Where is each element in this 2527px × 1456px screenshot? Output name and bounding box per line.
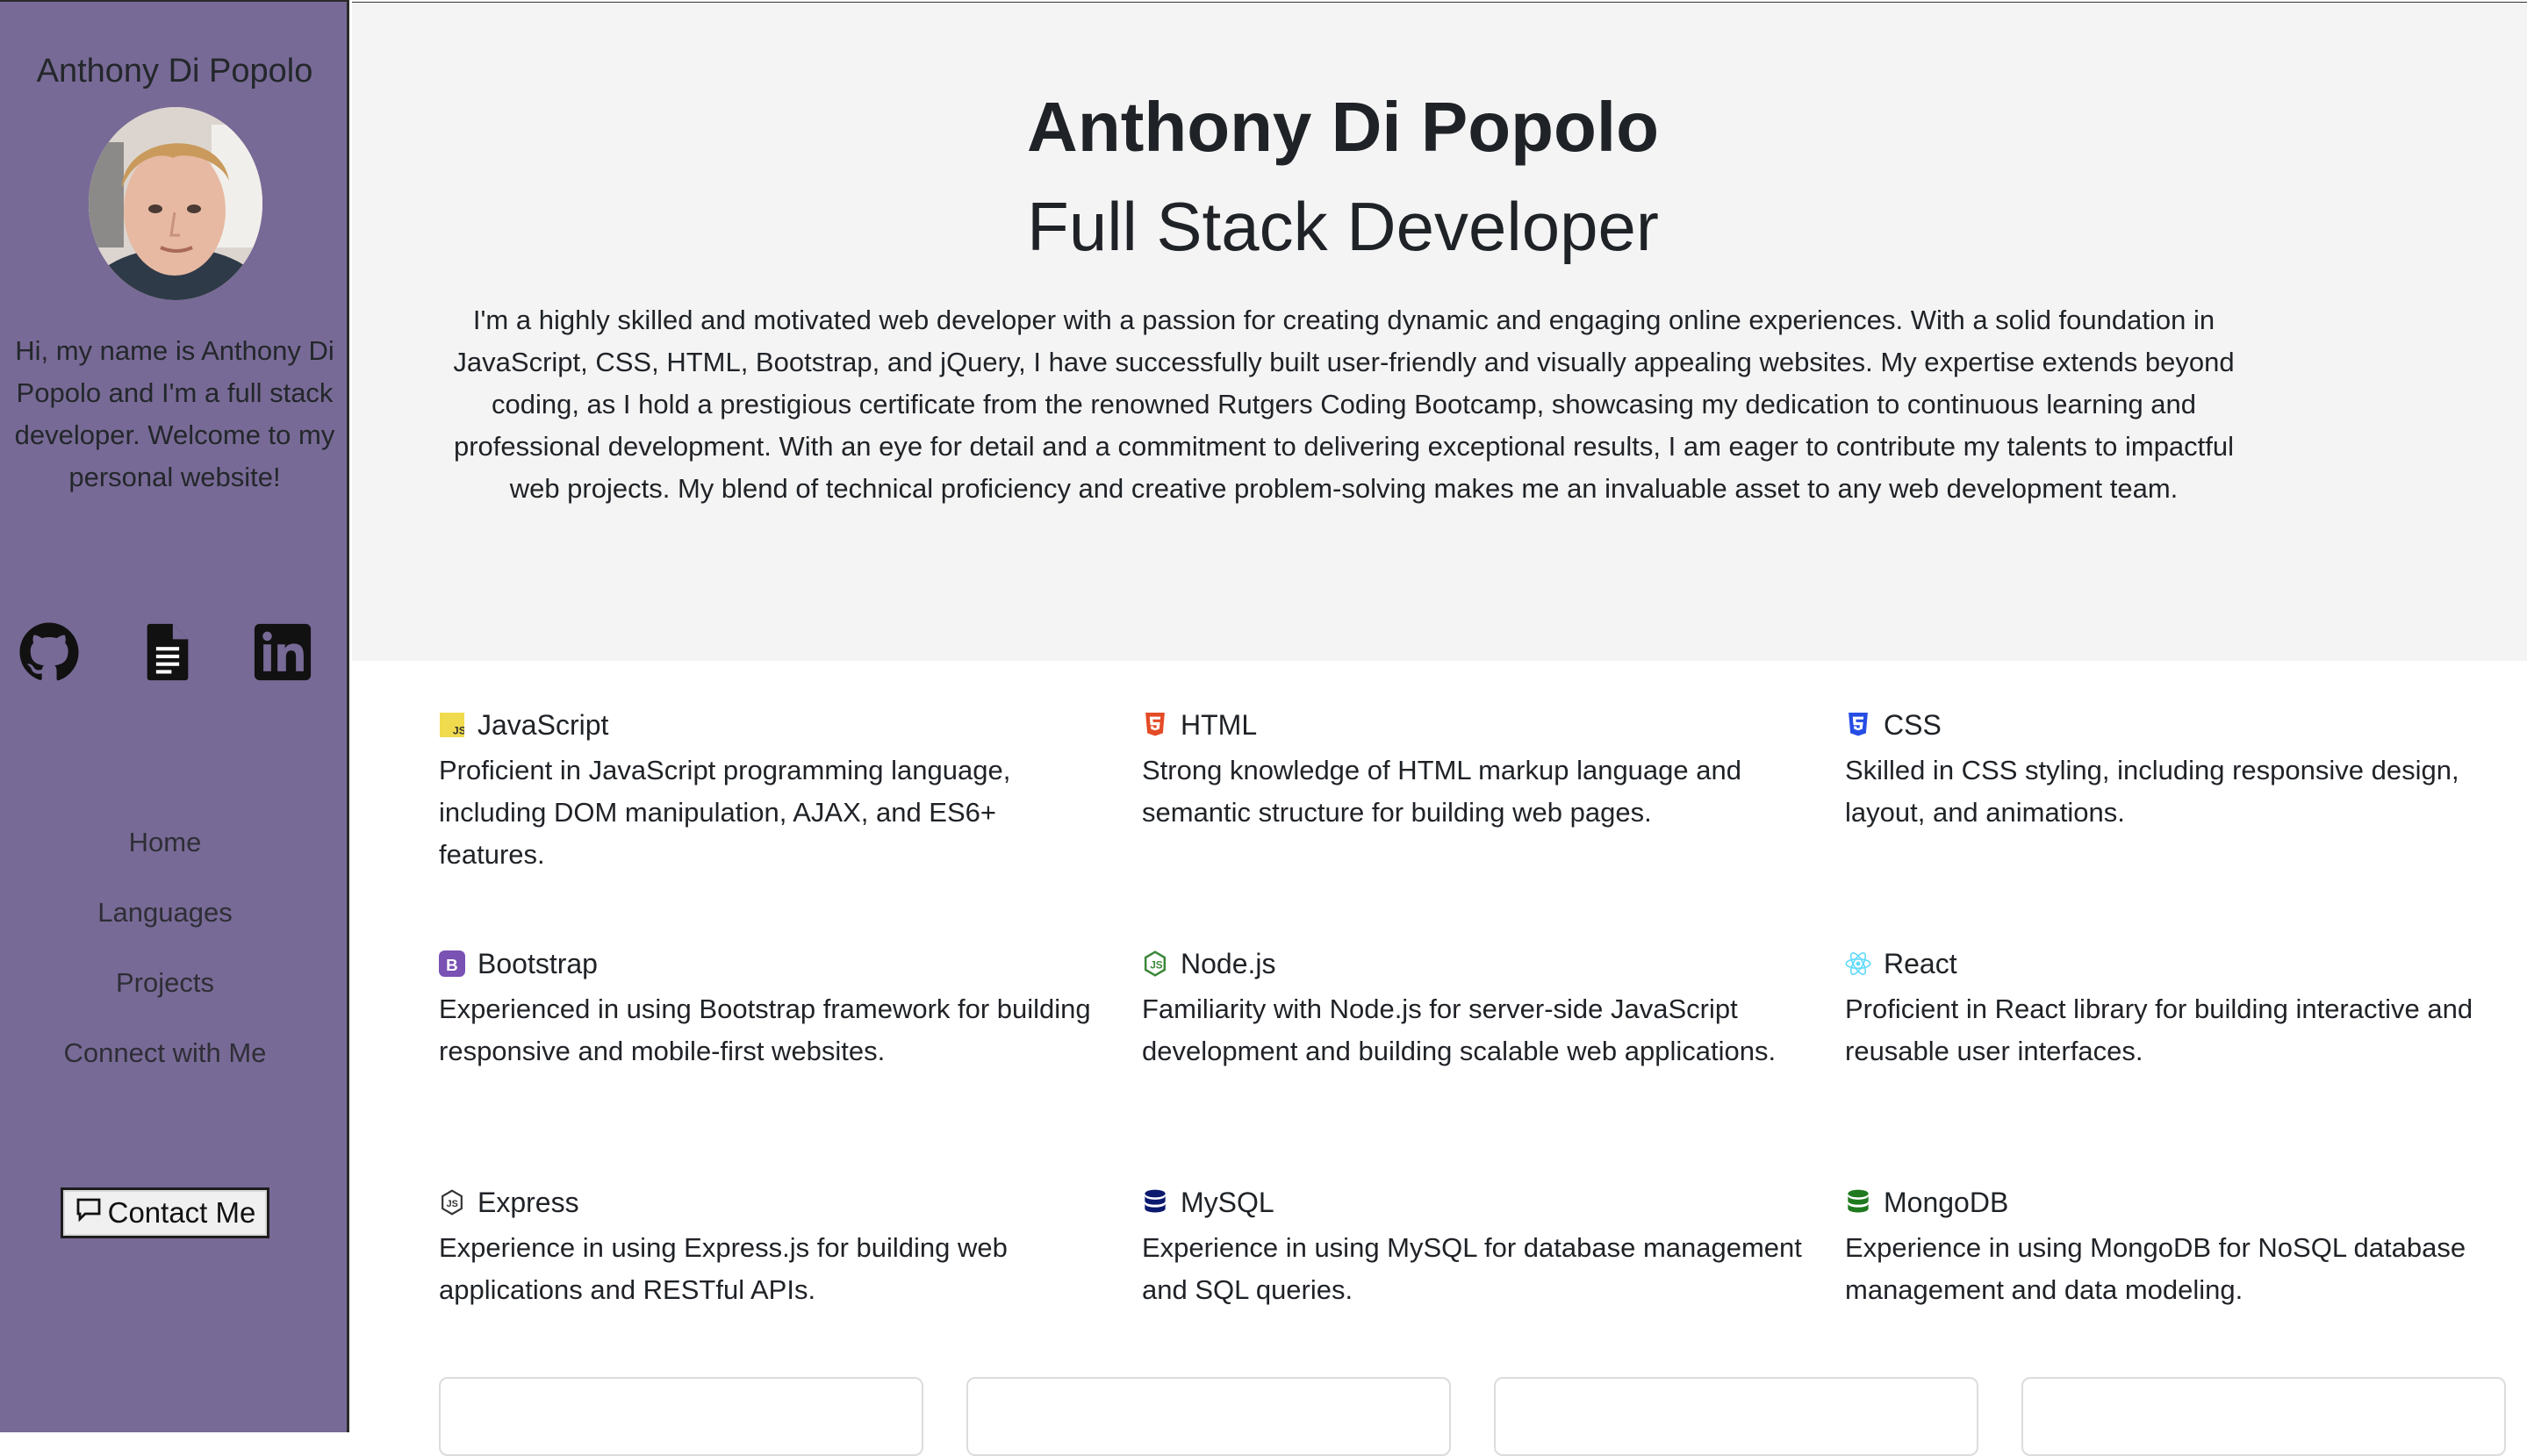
mongodb-database-icon [1845, 1189, 1871, 1216]
hero-bio: I'm a highly skilled and motivated web d… [453, 305, 2235, 504]
sidebar: Anthony Di Popolo Hi, my name is Anthony… [0, 0, 349, 1432]
skill-item: MongoDB Experience in using MongoDB for … [1845, 1183, 2512, 1311]
hero-section: Anthony Di Popolo Full Stack Developer I… [352, 2, 2527, 661]
skill-name: MySQL [1181, 1186, 1274, 1218]
svg-text:B: B [446, 956, 458, 974]
svg-text:JS: JS [1150, 959, 1162, 971]
skill-description: Strong knowledge of HTML markup language… [1142, 755, 1741, 828]
chat-bubble-icon [75, 1195, 103, 1230]
skill-description: Proficient in JavaScript programming lan… [439, 755, 1011, 870]
skill-item: CSS Skilled in CSS styling, including re… [1845, 706, 2512, 834]
nav-item-projects[interactable]: Projects [0, 967, 330, 999]
linkedin-icon[interactable] [252, 621, 313, 683]
project-card[interactable] [1494, 1377, 1978, 1456]
javascript-icon: JS [439, 712, 465, 738]
skill-name: Bootstrap [477, 947, 598, 979]
avatar [89, 107, 262, 300]
github-icon[interactable] [18, 621, 80, 683]
sidebar-name: Anthony Di Popolo [36, 53, 313, 90]
project-card[interactable] [439, 1377, 923, 1456]
skill-item: MySQL Experience in using MySQL for data… [1142, 1183, 1809, 1311]
skill-item: React Proficient in React library for bu… [1845, 944, 2512, 1072]
react-icon [1845, 950, 1871, 977]
skill-name: Node.js [1181, 947, 1276, 979]
page-title: Anthony Di Popolo [1027, 88, 1659, 166]
skill-name: React [1884, 947, 1957, 979]
skill-description: Experience in using MySQL for database m… [1142, 1232, 1802, 1305]
page-subtitle: Full Stack Developer [1027, 188, 1659, 265]
skill-name: JavaScript [477, 708, 609, 741]
skill-item: B Bootstrap Experienced in using Bootstr… [439, 944, 1106, 1072]
skill-name: CSS [1884, 708, 1942, 741]
nav-item-languages[interactable]: Languages [0, 897, 330, 929]
skill-name: MongoDB [1884, 1186, 2009, 1218]
skill-description: Experience in using MongoDB for NoSQL da… [1845, 1232, 2466, 1305]
skill-description: Skilled in CSS styling, including respon… [1845, 755, 2459, 828]
bootstrap-icon: B [439, 950, 465, 977]
svg-text:JS: JS [447, 1199, 458, 1209]
html5-icon [1142, 712, 1168, 738]
express-icon: JS [439, 1189, 465, 1216]
nodejs-icon: JS [1142, 950, 1168, 977]
skill-item: JS JavaScript Proficient in JavaScript p… [439, 706, 1106, 876]
skill-item: JS Express Experience in using Express.j… [439, 1183, 1106, 1311]
skill-item: JS Node.js Familiarity with Node.js for … [1142, 944, 1809, 1072]
contact-me-label: Contact Me [107, 1196, 256, 1229]
css3-icon [1845, 712, 1871, 738]
skill-description: Experience in using Express.js for build… [439, 1232, 1008, 1305]
contact-me-button[interactable]: Contact Me [61, 1187, 269, 1238]
skill-description: Familiarity with Node.js for server-side… [1142, 993, 1777, 1066]
svg-text:JS: JS [453, 725, 464, 737]
mysql-database-icon [1142, 1189, 1168, 1216]
project-card[interactable] [2021, 1377, 2506, 1456]
skill-description: Experienced in using Bootstrap framework… [439, 993, 1091, 1066]
skill-description: Proficient in React library for building… [1845, 993, 2473, 1066]
skill-name: HTML [1181, 708, 1258, 741]
nav-item-home[interactable]: Home [0, 827, 330, 858]
sidebar-bio: Hi, my name is Anthony Di Popolo and I'm… [14, 335, 335, 492]
project-card[interactable] [966, 1377, 1451, 1456]
skill-name: Express [477, 1186, 579, 1218]
resume-file-icon[interactable] [137, 621, 198, 683]
skill-item: HTML Strong knowledge of HTML markup lan… [1142, 706, 1809, 834]
nav-item-connect[interactable]: Connect with Me [0, 1037, 330, 1069]
